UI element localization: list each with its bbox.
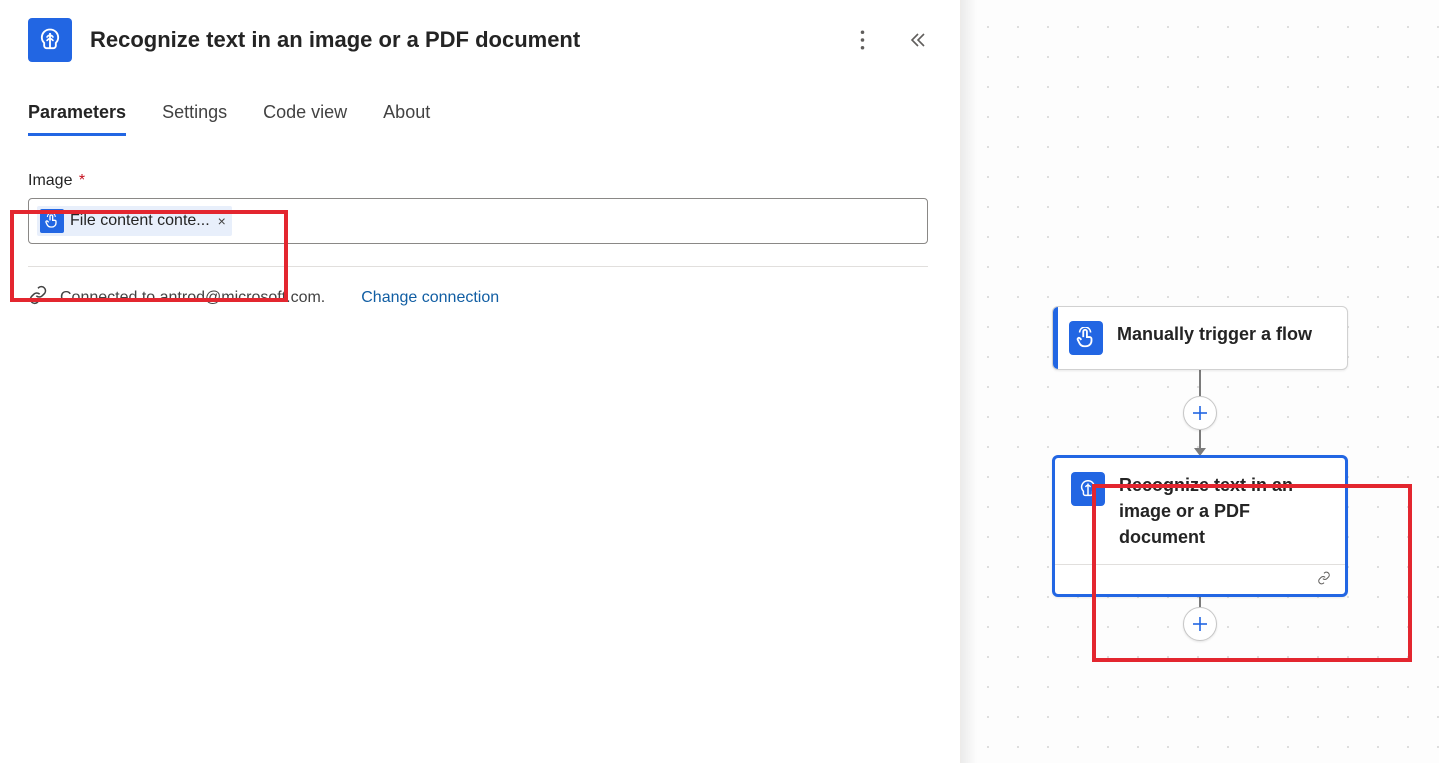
ai-builder-icon — [28, 18, 72, 62]
node-accent-bar — [1053, 307, 1058, 369]
tab-settings[interactable]: Settings — [162, 102, 227, 136]
panel-header-actions — [848, 26, 932, 54]
flow-node-trigger[interactable]: Manually trigger a flow — [1052, 306, 1348, 370]
panel-tabs: Parameters Settings Code view About — [28, 102, 932, 136]
panel-header: Recognize text in an image or a PDF docu… — [28, 18, 932, 62]
flow-edge — [1199, 370, 1201, 396]
tab-codeview[interactable]: Code view — [263, 102, 347, 136]
collapse-panel-button[interactable] — [904, 26, 932, 54]
panel-title: Recognize text in an image or a PDF docu… — [90, 27, 830, 53]
image-label-text: Image — [28, 172, 72, 189]
tab-about[interactable]: About — [383, 102, 430, 136]
touch-icon — [1069, 321, 1103, 355]
vertical-scrollbar[interactable] — [1424, 0, 1439, 763]
change-connection-link[interactable]: Change connection — [361, 289, 499, 307]
node-trigger-title: Manually trigger a flow — [1117, 321, 1312, 347]
add-step-button[interactable] — [1183, 396, 1217, 430]
image-field-label: Image * — [28, 172, 932, 190]
required-marker: * — [79, 172, 85, 189]
flow-edge — [1199, 430, 1201, 448]
annotation-highlight-input — [10, 210, 288, 302]
annotation-highlight-node — [1092, 484, 1412, 662]
tab-parameters[interactable]: Parameters — [28, 102, 126, 136]
details-panel: Recognize text in an image or a PDF docu… — [0, 0, 960, 763]
more-menu-button[interactable] — [848, 26, 876, 54]
